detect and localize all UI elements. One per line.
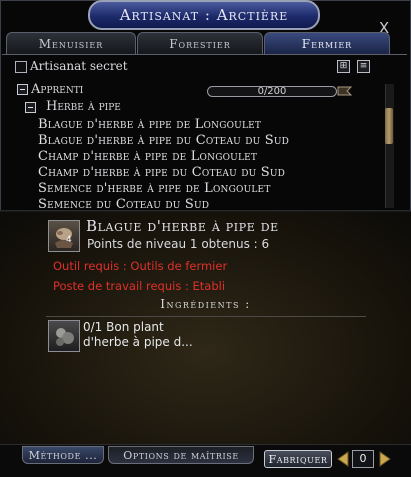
tab-method[interactable]: Méthode ... [22,446,104,464]
arrow-left-icon[interactable] [336,451,350,467]
tool-requirement: Outil requis : Outils de fermier [53,259,228,273]
tab-divider [2,54,407,55]
expand-icon[interactable] [25,102,36,113]
tier-progress-bar: 0/200 [207,86,337,97]
expand-all-icon[interactable]: ≡ [357,60,370,73]
quantity-field[interactable]: 0 [352,450,374,468]
secret-crafting-label: Artisanat secret [30,59,128,73]
ingredients-heading: Ingrédients : [160,297,251,311]
pipeweed-pouch-icon [55,228,73,248]
recipe-title: Blague d'herbe à pipe de [86,217,279,235]
recipe-item-icon[interactable] [48,220,80,252]
station-requirement: Poste de travail requis : Etabli [53,279,226,293]
recipe-item[interactable]: Champ d'herbe à pipe de Longoulet [38,149,257,164]
tab-mastery-options[interactable]: Options de maîtrise [108,446,254,464]
recipe-scrollbar[interactable] [385,84,394,208]
expand-icon[interactable] [17,84,28,95]
item-count-badge: 4 [66,235,72,245]
collapse-all-icon[interactable]: ⊞ [337,60,350,73]
tab-forestier[interactable]: Forestier [137,32,263,54]
ingredients-divider [46,316,366,317]
level-points: Points de niveau 1 obtenus : 6 [87,237,270,251]
recipe-item[interactable]: Champ d'herbe à pipe du Coteau du Sud [38,165,285,180]
secret-crafting-checkbox[interactable] [15,61,27,73]
category-label[interactable]: Herbe à pipe [46,99,121,114]
tab-fermier[interactable]: Fermier [264,32,390,54]
recipe-item[interactable]: Semence du Coteau du Sud [38,197,209,209]
tier-badge-icon [337,86,353,96]
tab-menuisier[interactable]: Menuisier [6,32,136,54]
ingredient-icon[interactable] [48,320,80,352]
tier-label[interactable]: Apprenti [31,82,83,97]
recipe-item[interactable]: Blague d'herbe à pipe du Coteau du Sud [38,133,289,148]
ingredient-label: 0/1 Bon plant d'herbe à pipe d... [83,320,193,349]
recipe-item[interactable]: Blague d'herbe à pipe de Longoulet [38,117,261,132]
arrow-right-icon[interactable] [378,451,392,467]
window-title: Artisanat : Arctière [88,0,320,30]
seedling-icon [56,328,74,346]
craft-button[interactable]: Fabriquer [264,450,332,468]
recipe-item[interactable]: Semence d'herbe à pipe de Longoulet [38,181,271,196]
scroll-thumb[interactable] [385,108,393,144]
